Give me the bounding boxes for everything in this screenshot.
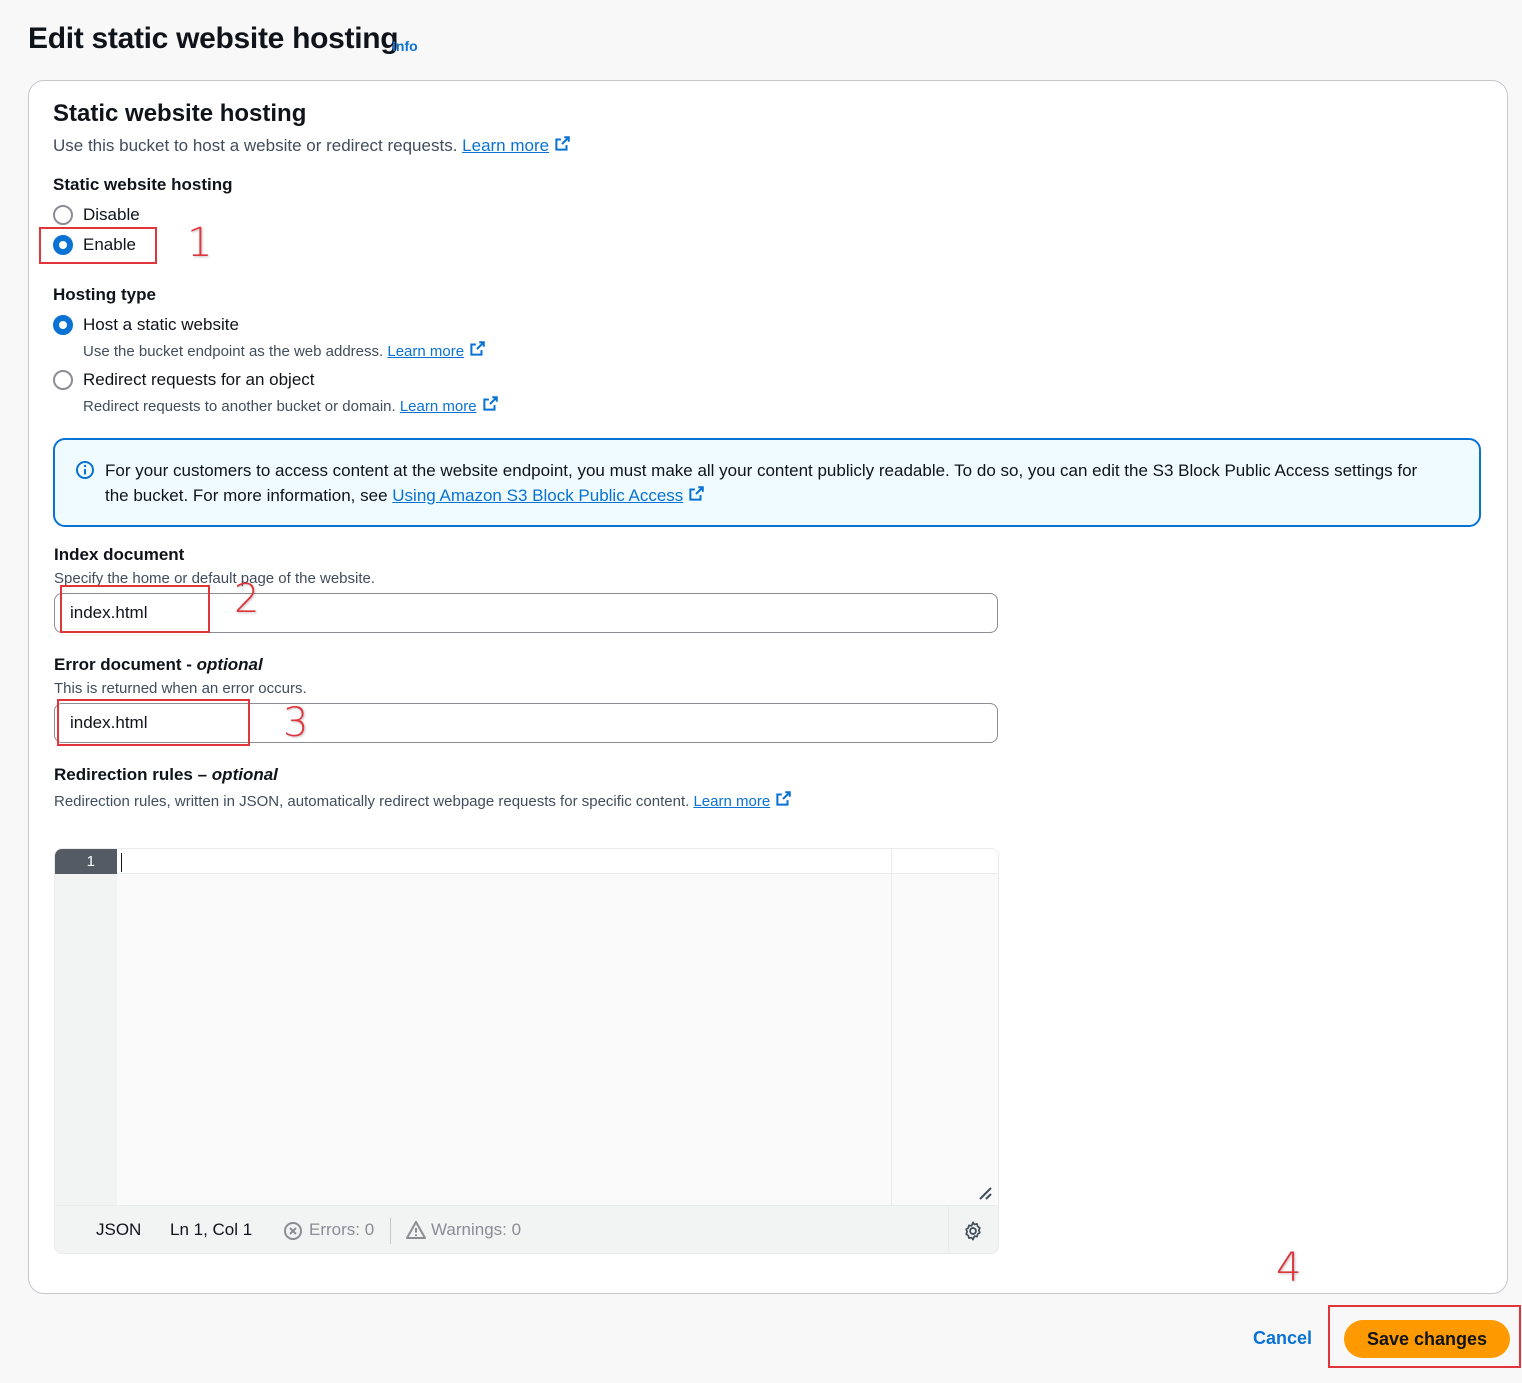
editor-status-bar: JSON Ln 1, Col 1 Errors: 0 Warnings: 0 [55, 1205, 998, 1253]
hosting-type-label: Hosting type [53, 285, 156, 304]
index-document-label: Index document [54, 545, 185, 564]
section-title: Static website hosting [53, 100, 307, 127]
info-icon [76, 461, 94, 479]
annotation-number: 2 [234, 576, 260, 622]
annotation-box-save [1328, 1305, 1521, 1368]
status-divider [948, 1206, 949, 1253]
active-line[interactable] [117, 849, 998, 874]
radio-button[interactable] [53, 370, 73, 390]
annotation-number: 4 [1276, 1245, 1302, 1291]
gear-icon[interactable] [962, 1220, 984, 1242]
learn-more-link[interactable]: Learn more [693, 791, 792, 810]
radio-disable[interactable]: Disable [53, 205, 140, 225]
external-link-icon [482, 396, 498, 411]
warnings-count[interactable]: Warnings: 0 [431, 1220, 521, 1240]
cursor-position: Ln 1, Col 1 [170, 1220, 253, 1239]
alert-text: For your customers to access content at … [105, 461, 1418, 505]
learn-more-link[interactable]: Learn more [462, 136, 571, 155]
errors-count[interactable]: Errors: 0 [309, 1220, 374, 1240]
error-icon[interactable] [283, 1221, 303, 1241]
external-link-icon [470, 341, 485, 356]
annotation-number: 3 [283, 700, 309, 746]
info-link[interactable]: Info [392, 38, 418, 54]
annotation-number: 1 [187, 220, 213, 266]
section-description: Use this bucket to host a website or red… [53, 135, 571, 156]
error-document-desc: This is returned when an error occurs. [54, 680, 307, 697]
json-code-editor[interactable]: 1 JSON Ln 1, Col 1 Errors: 0 Warnings: 0 [54, 848, 999, 1254]
host-static-desc: Use the bucket endpoint as the web addre… [83, 340, 486, 360]
block-public-access-link[interactable]: Using Amazon S3 Block Public Access [392, 486, 705, 505]
redirection-rules-desc: Redirection rules, written in JSON, auto… [54, 790, 792, 810]
status-divider [390, 1218, 391, 1244]
warning-icon[interactable] [405, 1220, 427, 1240]
error-document-label: Error document - optional [54, 655, 263, 674]
resize-handle-icon[interactable] [977, 1185, 993, 1201]
radio-button[interactable] [53, 205, 73, 225]
cancel-button[interactable]: Cancel [1253, 1328, 1312, 1349]
line-number: 1 [55, 849, 117, 874]
annotation-box-enable [39, 227, 157, 264]
annotation-box-error [57, 699, 250, 746]
radio-button-selected[interactable] [53, 315, 73, 335]
radio-redirect[interactable]: Redirect requests for an object [53, 370, 315, 390]
redirection-rules-label: Redirection rules – optional [54, 765, 278, 784]
learn-more-link[interactable]: Learn more [400, 396, 499, 415]
external-link-icon [689, 486, 705, 501]
learn-more-link[interactable]: Learn more [387, 341, 486, 360]
annotation-box-index [60, 585, 210, 633]
radio-host-static[interactable]: Host a static website [53, 315, 239, 335]
editor-margin-line [891, 849, 892, 1205]
redirect-desc: Redirect requests to another bucket or d… [83, 395, 499, 415]
external-link-icon [555, 136, 570, 151]
editor-gutter [55, 849, 117, 1205]
hosting-label: Static website hosting [53, 175, 233, 194]
text-cursor [121, 853, 122, 872]
editor-mode: JSON [96, 1220, 142, 1239]
external-link-icon [776, 791, 791, 806]
page-title: Edit static website hosting [28, 22, 399, 55]
